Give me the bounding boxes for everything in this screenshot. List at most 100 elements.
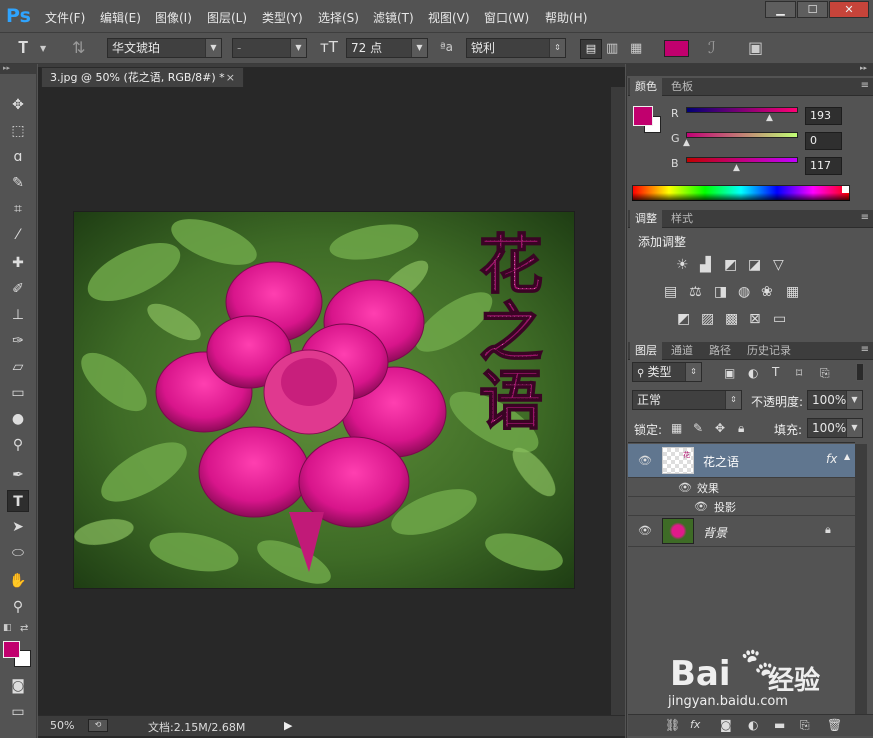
- channel-mixer-icon[interactable]: ❀: [761, 284, 773, 300]
- maximize-button[interactable]: ☐: [797, 1, 828, 18]
- new-group-icon[interactable]: ▬: [774, 718, 785, 732]
- close-button[interactable]: ✕: [829, 1, 869, 18]
- g-value-field[interactable]: 0: [805, 132, 842, 150]
- align-center-button[interactable]: ▥: [606, 41, 618, 56]
- font-size-select[interactable]: 72 点 ▼: [346, 38, 428, 58]
- lock-image-icon[interactable]: ✎: [693, 421, 703, 435]
- tab-channels[interactable]: 通道: [666, 342, 698, 360]
- move-tool-icon[interactable]: ✥: [7, 94, 29, 116]
- filter-toggle[interactable]: [856, 363, 864, 381]
- curves-icon[interactable]: ◩: [724, 257, 737, 273]
- layer-filter-select[interactable]: ⚲ 类型 ⇕: [632, 362, 702, 382]
- link-layers-icon[interactable]: ⛓: [665, 718, 680, 732]
- r-slider-thumb[interactable]: ▲: [766, 113, 773, 123]
- selective-color-icon[interactable]: ⊠: [749, 311, 761, 327]
- posterize-icon[interactable]: ▨: [701, 311, 714, 327]
- anti-alias-select[interactable]: 锐利 ⇕: [466, 38, 566, 58]
- menu-select[interactable]: 选择(S): [318, 9, 359, 26]
- color-lookup-icon[interactable]: ▦: [786, 284, 799, 300]
- status-preview-icon[interactable]: ⟲: [88, 719, 108, 732]
- b-slider-thumb[interactable]: ▲: [733, 163, 740, 173]
- filter-shape-icon[interactable]: ⌑: [796, 366, 802, 380]
- chevron-down-icon[interactable]: ▼: [40, 44, 46, 53]
- vertical-scrollbar[interactable]: [611, 87, 625, 715]
- menu-help[interactable]: 帮助(H): [545, 9, 587, 26]
- photo-filter-icon[interactable]: ◍: [738, 284, 750, 300]
- layer-name[interactable]: 背景: [703, 524, 727, 541]
- quick-mask-icon[interactable]: ◙: [7, 675, 29, 697]
- r-value-field[interactable]: 193: [805, 107, 842, 125]
- collapse-effects-icon[interactable]: ▲: [844, 452, 850, 461]
- text-color-swatch[interactable]: [664, 40, 689, 57]
- menu-view[interactable]: 视图(V): [428, 9, 470, 26]
- document-tab[interactable]: 3.jpg @ 50% (花之语, RGB/8#) * ×: [41, 67, 244, 87]
- gradient-map-icon[interactable]: ▭: [773, 311, 786, 327]
- layer-name[interactable]: 花之语: [703, 453, 739, 470]
- type-tool-icon[interactable]: T: [7, 490, 29, 512]
- marquee-tool-icon[interactable]: ⬚: [7, 120, 29, 142]
- pen-tool-icon[interactable]: ✒: [7, 464, 29, 486]
- filter-adjust-icon[interactable]: ◐: [748, 366, 758, 380]
- panel-menu-icon[interactable]: ≡: [861, 80, 869, 91]
- tab-paths[interactable]: 路径: [704, 342, 736, 360]
- b-value-field[interactable]: 117: [805, 157, 842, 175]
- layer-row-text[interactable]: 👁︎ 花 花之语 fx ▲: [628, 444, 855, 478]
- blend-mode-select[interactable]: 正常 ⇕: [632, 390, 742, 410]
- panel-fg-swatch[interactable]: [633, 106, 653, 126]
- lock-all-icon[interactable]: 🔒︎: [738, 421, 744, 436]
- menu-file[interactable]: 文件(F): [45, 9, 85, 26]
- menu-type[interactable]: 类型(Y): [262, 9, 303, 26]
- hand-tool-icon[interactable]: ✋: [7, 570, 29, 592]
- tab-history[interactable]: 历史记录: [742, 342, 796, 360]
- g-slider-thumb[interactable]: ▲: [683, 138, 690, 148]
- panel-menu-icon[interactable]: ≡: [861, 344, 869, 355]
- spectrum-white-chip[interactable]: [842, 186, 849, 193]
- filter-type-icon[interactable]: T: [772, 365, 779, 379]
- status-menu-icon[interactable]: ▶: [284, 719, 292, 732]
- b-slider[interactable]: [686, 157, 798, 163]
- fx-icon[interactable]: fx: [826, 452, 837, 466]
- tab-styles[interactable]: 样式: [666, 210, 698, 228]
- gradient-tool-icon[interactable]: ▭: [7, 382, 29, 404]
- tab-swatches[interactable]: 色板: [666, 78, 698, 96]
- screen-mode-icon[interactable]: ▭: [7, 701, 29, 723]
- quick-select-tool-icon[interactable]: ✎: [7, 172, 29, 194]
- align-left-button[interactable]: ▤: [580, 39, 602, 59]
- menu-window[interactable]: 窗口(W): [484, 9, 529, 26]
- g-slider[interactable]: [686, 132, 798, 138]
- healing-brush-tool-icon[interactable]: ✚: [7, 252, 29, 274]
- filter-smart-icon[interactable]: ⎘: [820, 366, 830, 381]
- layer-effect-row[interactable]: 👁︎ 投影: [628, 497, 855, 516]
- font-family-select[interactable]: 华文琥珀 ▼: [107, 38, 222, 58]
- foreground-color-swatch[interactable]: [3, 641, 20, 658]
- crop-tool-icon[interactable]: ⌗: [7, 198, 29, 220]
- layer-effects-row[interactable]: 👁︎ 效果: [628, 478, 855, 497]
- menu-layer[interactable]: 图层(L): [207, 9, 247, 26]
- new-adjustment-icon[interactable]: ◐: [748, 718, 758, 732]
- font-style-select[interactable]: - ▼: [232, 38, 307, 58]
- eye-icon[interactable]: 👁︎: [638, 524, 652, 537]
- invert-icon[interactable]: ◩: [677, 311, 690, 327]
- panel-menu-icon[interactable]: ≡: [861, 212, 869, 223]
- black-white-icon[interactable]: ◨: [714, 284, 727, 300]
- add-mask-icon[interactable]: ◙: [720, 718, 732, 732]
- color-balance-icon[interactable]: ⚖: [689, 284, 702, 300]
- exposure-icon[interactable]: ◪: [748, 257, 761, 273]
- tab-adjustments[interactable]: 调整: [630, 210, 662, 228]
- opacity-field[interactable]: 100% ▼: [807, 390, 863, 410]
- dock-collapse-icon[interactable]: ▸▸: [626, 64, 873, 76]
- canvas-image[interactable]: 花 之 语: [74, 212, 574, 588]
- align-right-button[interactable]: ▦: [630, 41, 642, 56]
- menu-edit[interactable]: 编辑(E): [100, 9, 141, 26]
- brush-tool-icon[interactable]: ✐: [7, 278, 29, 300]
- hue-saturation-icon[interactable]: ▤: [664, 284, 677, 300]
- lock-transparent-icon[interactable]: ▦: [671, 421, 682, 435]
- threshold-icon[interactable]: ▩: [725, 311, 738, 327]
- path-select-tool-icon[interactable]: ➤: [7, 516, 29, 538]
- delete-layer-icon[interactable]: 🗑︎: [827, 718, 842, 732]
- fill-field[interactable]: 100% ▼: [807, 418, 863, 438]
- tab-color[interactable]: 颜色: [630, 78, 662, 96]
- dodge-tool-icon[interactable]: ⚲: [7, 434, 29, 456]
- eye-icon[interactable]: 👁︎: [694, 500, 708, 513]
- collapse-icon[interactable]: ▸▸: [0, 64, 37, 74]
